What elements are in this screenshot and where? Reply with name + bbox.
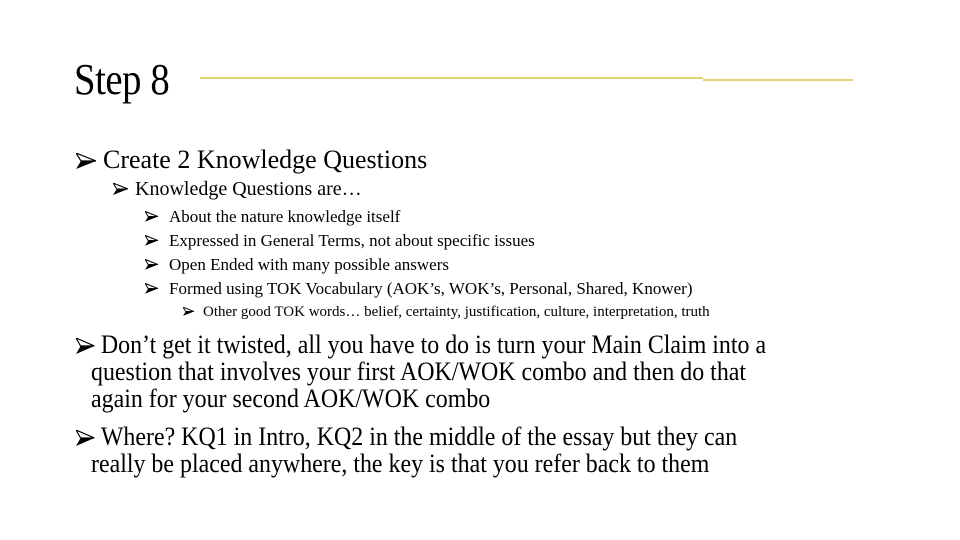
title-underline-end <box>703 79 853 81</box>
arrow-bullet-icon <box>145 211 158 222</box>
arrow-bullet-icon <box>76 430 95 446</box>
bullet-text: About the nature knowledge itself <box>169 207 401 226</box>
arrow-bullet-icon <box>145 283 158 294</box>
paragraph-text: Don’t get it twisted, all you have to do… <box>100 330 767 359</box>
paragraph-bullet: Don’t get it twisted, all you have to do… <box>76 331 766 358</box>
arrow-bullet-icon <box>145 235 158 246</box>
bullet-text: Expressed in General Terms, not about sp… <box>169 231 535 250</box>
arrow-bullet-icon <box>145 259 158 270</box>
bullet-item-level4: Other good TOK words… belief, certainty,… <box>183 301 710 323</box>
arrow-bullet-icon <box>183 307 194 316</box>
paragraph-continuation: again for your second AOK/WOK combo <box>91 384 491 413</box>
paragraph-text: Where? KQ1 in Intro, KQ2 in the middle o… <box>100 422 738 451</box>
bullet-item-level3: Formed using TOK Vocabulary (AOK’s, WOK’… <box>145 277 692 301</box>
slide-title: Step 8 <box>74 55 170 104</box>
bullet-item-level3: Expressed in General Terms, not about sp… <box>145 229 535 253</box>
arrow-bullet-icon <box>76 153 96 169</box>
arrow-bullet-icon <box>76 338 95 354</box>
arrow-bullet-icon <box>113 183 128 195</box>
title-underline <box>200 77 703 79</box>
bullet-text: Formed using TOK Vocabulary (AOK’s, WOK’… <box>169 279 693 298</box>
bullet-text: Other good TOK words… belief, certainty,… <box>203 304 710 320</box>
bullet-text: Create 2 Knowledge Questions <box>103 145 428 174</box>
bullet-text: Open Ended with many possible answers <box>169 255 449 274</box>
bullet-item-level3: About the nature knowledge itself <box>145 205 400 229</box>
paragraph-bullet: Where? KQ1 in Intro, KQ2 in the middle o… <box>76 423 737 450</box>
paragraph-continuation: question that involves your first AOK/WO… <box>91 357 747 386</box>
bullet-text: Knowledge Questions are… <box>135 178 362 200</box>
bullet-item-level3: Open Ended with many possible answers <box>145 253 449 277</box>
paragraph-continuation: really be placed anywhere, the key is th… <box>91 449 710 478</box>
slide: Step 8 Create 2 Knowledge Questions Know… <box>0 0 960 540</box>
bullet-item-level2: Knowledge Questions are… <box>113 177 362 201</box>
bullet-item-level1: Create 2 Knowledge Questions <box>76 145 427 175</box>
